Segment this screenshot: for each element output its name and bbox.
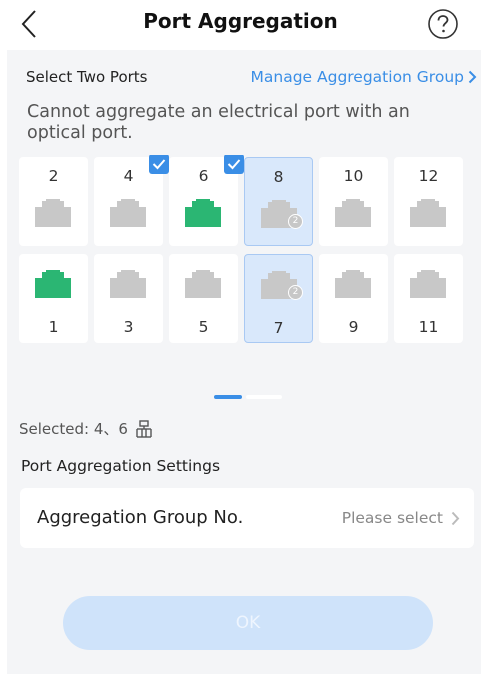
port-number: 7 (273, 319, 284, 337)
checkmark-icon (149, 155, 169, 174)
selected-ports: Selected: 4、6 (19, 418, 154, 439)
content: Select Two Ports Manage Aggregation Grou… (7, 50, 481, 674)
port-5[interactable]: 5 (169, 254, 238, 343)
port-10[interactable]: 10 (319, 157, 388, 246)
port-7[interactable]: 72 (244, 254, 313, 343)
select-ports-label: Select Two Ports (26, 68, 148, 86)
page-dot-inactive[interactable] (246, 395, 282, 399)
help-button[interactable] (427, 8, 459, 40)
aggregation-group-badge: 2 (288, 285, 303, 300)
ethernet-port-icon (110, 270, 146, 298)
port-number: 10 (343, 167, 364, 185)
port-number: 3 (123, 318, 134, 336)
question-circle-icon (428, 9, 458, 39)
port-2[interactable]: 2 (19, 157, 88, 246)
aggregation-group-label: Aggregation Group No. (37, 507, 244, 528)
port-9[interactable]: 9 (319, 254, 388, 343)
port-6[interactable]: 6 (169, 155, 244, 246)
port-number: 9 (348, 318, 359, 336)
port-4[interactable]: 4 (94, 155, 169, 246)
aggregation-group-selector[interactable]: Aggregation Group No. Please select (20, 488, 474, 548)
ethernet-port-icon (110, 199, 146, 227)
ethernet-port-icon (35, 199, 71, 227)
port-number: 11 (418, 318, 439, 336)
port-11[interactable]: 11 (394, 254, 463, 343)
ethernet-port-icon (335, 270, 371, 298)
ethernet-port-icon (185, 270, 221, 298)
chevron-right-icon (451, 511, 460, 525)
aggregation-group-placeholder: Please select (341, 509, 443, 527)
ethernet-port-icon (185, 199, 221, 227)
port-3[interactable]: 3 (94, 254, 163, 343)
aggregation-group-badge: 2 (288, 214, 303, 229)
ok-button[interactable]: OK (63, 596, 433, 650)
aggregation-icon[interactable] (134, 419, 154, 439)
port-number: 8 (273, 168, 284, 186)
aggregation-warning: Cannot aggregate an electrical port with… (27, 102, 410, 143)
checkmark-icon (224, 155, 244, 174)
port-1[interactable]: 1 (19, 254, 88, 343)
port-number: 1 (48, 318, 59, 336)
ethernet-port-icon (335, 199, 371, 227)
manage-aggregation-link-label: Manage Aggregation Group (250, 68, 465, 86)
settings-section-label: Port Aggregation Settings (21, 457, 221, 475)
port-8[interactable]: 82 (244, 157, 313, 246)
selected-ports-label: Selected: 4、6 (19, 420, 128, 438)
ethernet-port-icon (410, 199, 446, 227)
page-title: Port Aggregation (143, 9, 338, 33)
page-indicator (214, 395, 284, 399)
ports-grid: 2 4 6 8 2 10 12 1 3 5 7 2 9 11 (19, 155, 481, 345)
ethernet-port-icon (410, 270, 446, 298)
ports-header-row: Select Two Ports Manage Aggregation Grou… (26, 68, 481, 88)
port-12[interactable]: 12 (394, 157, 463, 246)
manage-aggregation-link[interactable]: Manage Aggregation Group (251, 68, 478, 86)
page-dot-active[interactable] (214, 395, 242, 399)
port-number: 2 (48, 167, 59, 185)
chevron-right-icon (468, 70, 477, 84)
port-number: 12 (418, 167, 439, 185)
aggregation-group-value: Please select (342, 509, 460, 527)
port-number: 5 (198, 318, 209, 336)
ethernet-port-icon (35, 270, 71, 298)
header: Port Aggregation (0, 0, 481, 50)
